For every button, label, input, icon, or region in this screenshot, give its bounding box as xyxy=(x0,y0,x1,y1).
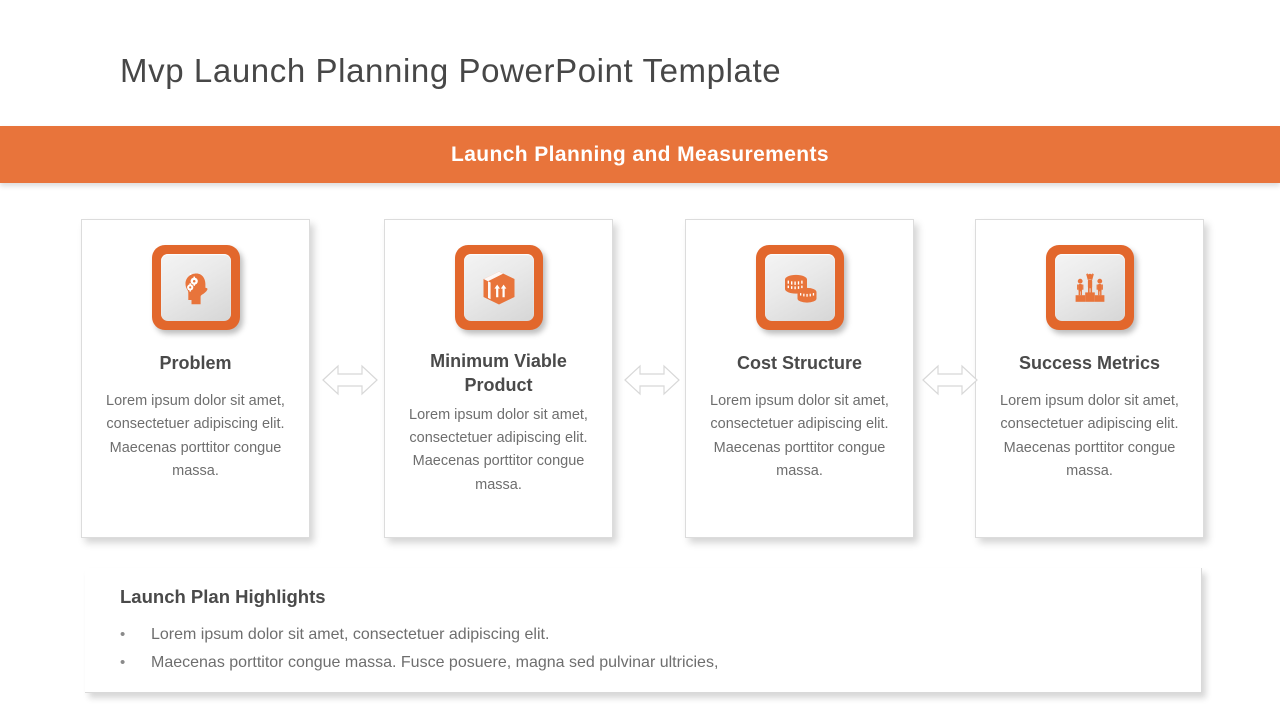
package-box-icon xyxy=(463,254,534,321)
card-body: Lorem ipsum dolor sit amet, consectetuer… xyxy=(409,406,588,493)
icon-tile-problem xyxy=(151,245,240,330)
double-arrow-icon xyxy=(322,364,378,396)
connector-1 xyxy=(322,360,378,400)
card-title: Problem xyxy=(159,353,232,373)
double-arrow-icon xyxy=(624,364,680,396)
bullet-marker-icon: • xyxy=(120,626,126,643)
stacked-coins-icon xyxy=(764,254,835,321)
card-title: Cost Structure xyxy=(736,353,862,373)
connector-2 xyxy=(624,360,680,400)
podium-winners-icon xyxy=(1054,254,1125,321)
icon-tile-success-metrics xyxy=(1045,245,1134,330)
launch-plan-highlights-panel: Launch Plan Highlights • Lorem ipsum dol… xyxy=(85,568,1202,693)
banner-title: Launch Planning and Measurements xyxy=(450,142,830,166)
page-title: Mvp Launch Planning PowerPoint Template xyxy=(120,52,782,89)
icon-tile-cost-structure xyxy=(755,245,844,330)
bullet-marker-icon: • xyxy=(120,653,126,671)
card-cost-structure[interactable]: Cost Structure Lorem ipsum dolor sit ame… xyxy=(685,219,914,538)
card-success-metrics[interactable]: Success Metrics Lorem ipsum dolor sit am… xyxy=(975,219,1204,538)
highlights-title: Launch Plan Highlights xyxy=(120,586,326,607)
card-body: Lorem ipsum dolor sit amet, consectetuer… xyxy=(106,392,285,480)
card-minimum-viable-product[interactable]: Minimum Viable Product Lorem ipsum dolor… xyxy=(384,219,613,538)
card-problem[interactable]: Problem Lorem ipsum dolor sit amet, cons… xyxy=(81,219,310,538)
list-item-text: Lorem ipsum dolor sit amet, consectetuer… xyxy=(151,626,550,643)
highlights-bullet-list: • Lorem ipsum dolor sit amet, consectetu… xyxy=(120,621,1170,676)
card-body: Lorem ipsum dolor sit amet, consectetuer… xyxy=(1000,392,1179,480)
connector-3 xyxy=(922,360,978,400)
icon-tile-minimum-viable-product xyxy=(454,245,543,330)
list-item: • Lorem ipsum dolor sit amet, consectetu… xyxy=(120,621,1170,649)
card-title: Success Metrics xyxy=(1018,353,1161,373)
card-title: Minimum Viable Product xyxy=(430,351,567,395)
list-item: • Maecenas porttitor congue massa. Fusce… xyxy=(120,649,1170,677)
head-with-gears-icon xyxy=(160,254,231,321)
list-item-text: Maecenas porttitor congue massa. Fusce p… xyxy=(151,653,719,671)
card-body: Lorem ipsum dolor sit amet, consectetuer… xyxy=(710,392,889,480)
cards-row: Problem Lorem ipsum dolor sit amet, cons… xyxy=(0,219,1280,544)
section-banner: Launch Planning and Measurements xyxy=(0,126,1280,183)
double-arrow-icon xyxy=(922,364,978,396)
